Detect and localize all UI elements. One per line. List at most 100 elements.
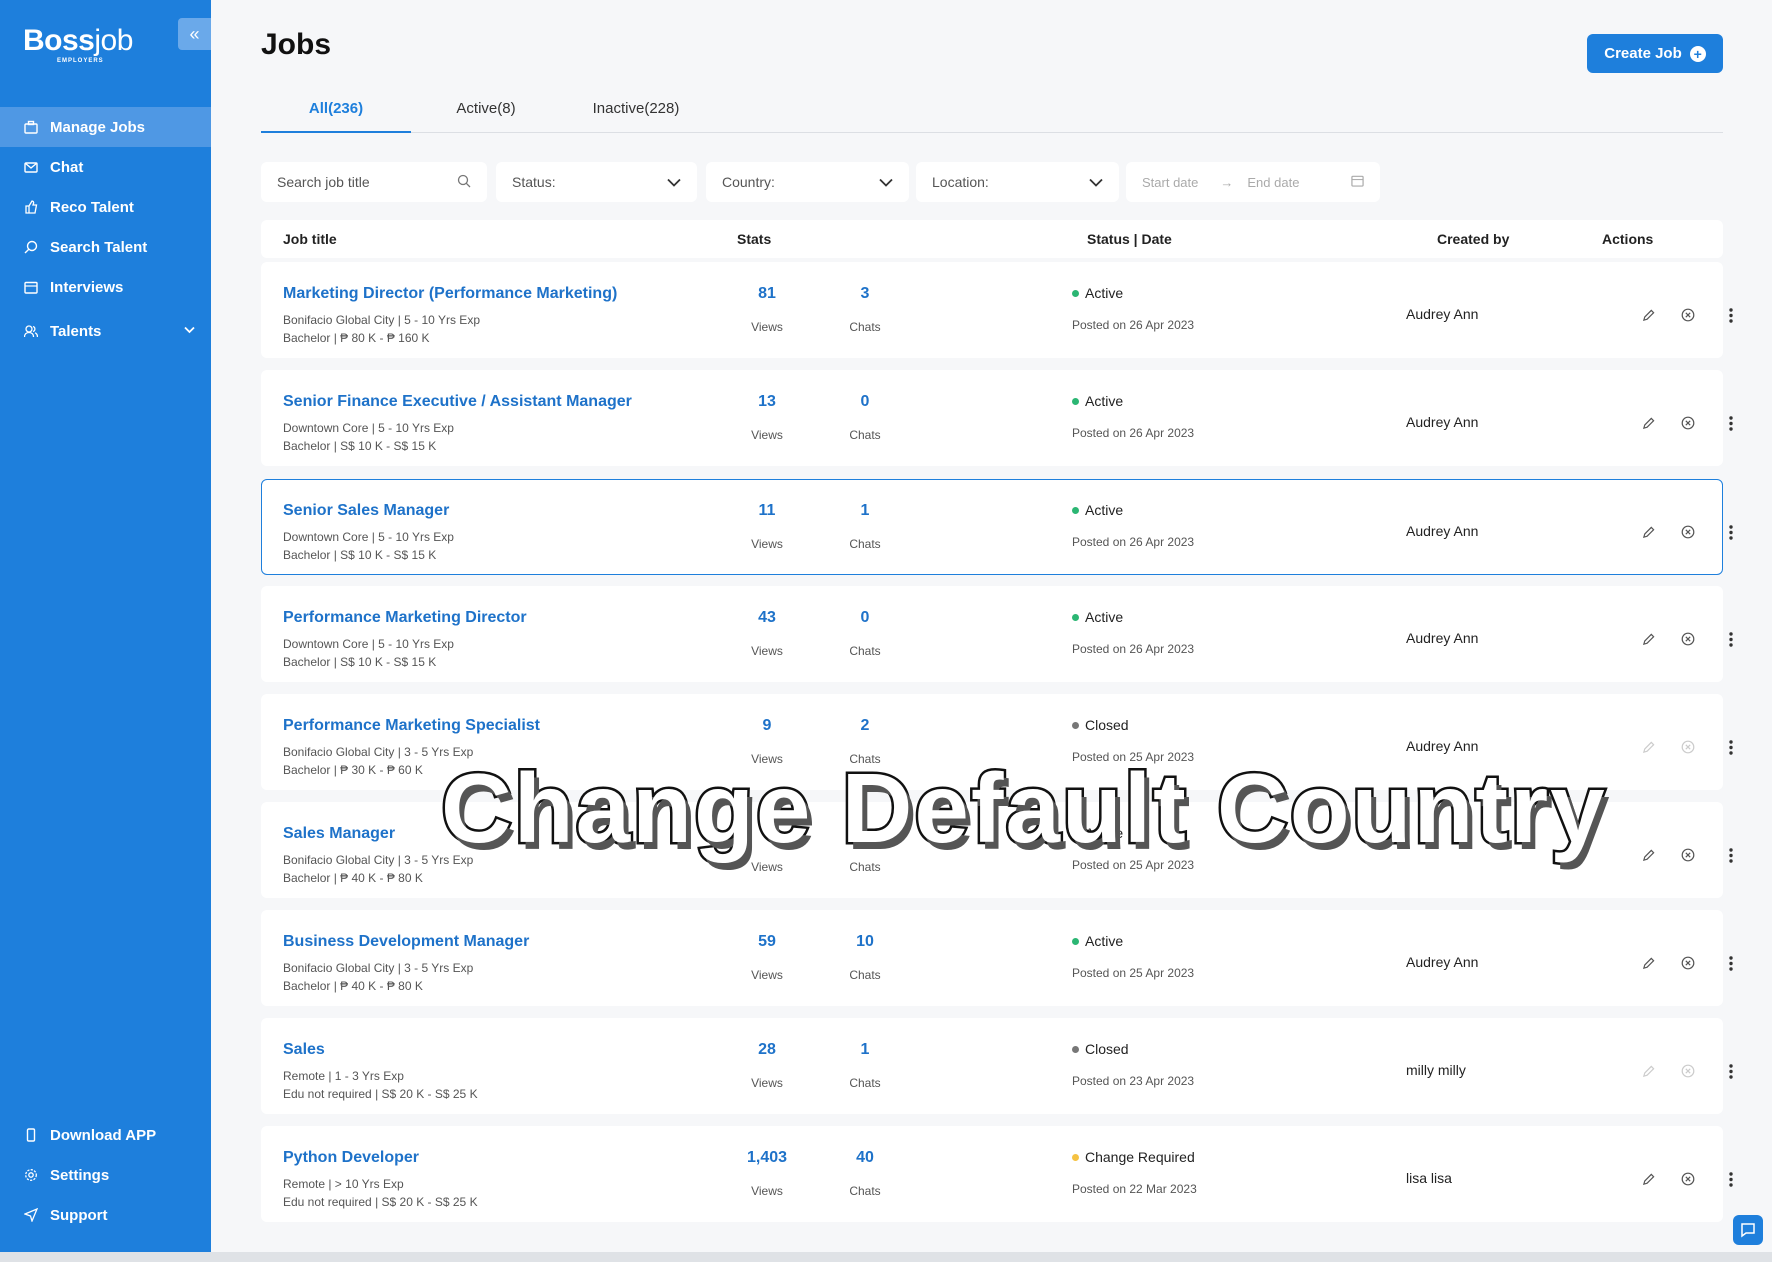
sidebar-item-chat[interactable]: Chat xyxy=(0,147,211,187)
edit-icon[interactable] xyxy=(1640,524,1656,540)
table-row[interactable]: Marketing Director (Performance Marketin… xyxy=(261,262,1733,358)
chat-bubble-icon[interactable] xyxy=(1733,1215,1763,1245)
table-row[interactable]: Python Developer Remote | > 10 Yrs Exp E… xyxy=(261,1126,1733,1222)
page-title: Jobs xyxy=(261,28,332,61)
status-text: Closed xyxy=(1085,717,1129,733)
views-count[interactable]: 9 xyxy=(727,717,807,735)
table-row[interactable]: Performance Marketing Director Downtown … xyxy=(261,586,1733,682)
job-title-link[interactable]: Senior Finance Executive / Assistant Man… xyxy=(283,393,632,411)
job-title-link[interactable]: Sales Manager xyxy=(283,825,395,843)
job-tabs: All(236) Active(8) Inactive(228) xyxy=(261,92,1723,133)
sidebar-item-label: Settings xyxy=(50,1166,110,1184)
chats-count[interactable]: 0 xyxy=(825,609,905,627)
more-options-icon[interactable] xyxy=(1723,955,1739,971)
location-select[interactable]: Location: xyxy=(916,162,1119,202)
create-job-button[interactable]: Create Job + xyxy=(1587,34,1723,73)
status-badge: Change Required xyxy=(1072,1149,1195,1165)
close-job-icon[interactable] xyxy=(1680,415,1696,431)
sidebar-item-support[interactable]: Support xyxy=(0,1195,211,1235)
views-count[interactable]: 59 xyxy=(727,933,807,951)
close-job-icon[interactable] xyxy=(1680,955,1696,971)
header-stats: Stats xyxy=(737,231,772,247)
close-job-icon[interactable] xyxy=(1680,1063,1696,1079)
header-job-title: Job title xyxy=(283,231,337,247)
job-title-link[interactable]: Performance Marketing Director xyxy=(283,609,527,627)
more-options-icon[interactable] xyxy=(1723,1063,1739,1079)
job-title-link[interactable]: Senior Sales Manager xyxy=(283,502,449,520)
sidebar-item-label: Chat xyxy=(50,158,84,176)
start-date-field[interactable]: Start date xyxy=(1142,175,1198,190)
edit-icon[interactable] xyxy=(1640,1171,1656,1187)
table-row[interactable]: Senior Sales Manager Downtown Core | 5 -… xyxy=(261,479,1733,575)
close-job-icon[interactable] xyxy=(1680,524,1696,540)
status-badge: Active xyxy=(1072,393,1123,409)
more-options-icon[interactable] xyxy=(1723,415,1739,431)
edit-icon[interactable] xyxy=(1640,739,1656,755)
table-row[interactable]: Sales Remote | 1 - 3 Yrs Exp Edu not req… xyxy=(261,1018,1733,1114)
more-options-icon[interactable] xyxy=(1723,847,1739,863)
views-count[interactable]: 28 xyxy=(727,1041,807,1059)
close-job-icon[interactable] xyxy=(1680,631,1696,647)
country-select[interactable]: Country: xyxy=(706,162,909,202)
chats-count[interactable]: 10 xyxy=(825,933,905,951)
chats-label: Chats xyxy=(849,1184,881,1198)
search-job-input[interactable]: Search job title xyxy=(261,162,487,202)
chats-count[interactable]: 1 xyxy=(825,502,905,520)
tab-active[interactable]: Active(8) xyxy=(411,92,561,133)
table-row[interactable]: Senior Finance Executive / Assistant Man… xyxy=(261,370,1733,466)
chats-count[interactable]: 3 xyxy=(825,285,905,303)
close-job-icon[interactable] xyxy=(1680,1171,1696,1187)
job-location-exp: Bonifacio Global City | 3 - 5 Yrs Exp xyxy=(283,961,474,975)
edit-icon[interactable] xyxy=(1640,847,1656,863)
sidebar-item-settings[interactable]: Settings xyxy=(0,1155,211,1195)
views-count[interactable]: 13 xyxy=(727,393,807,411)
job-title-link[interactable]: Python Developer xyxy=(283,1149,419,1167)
job-title-link[interactable]: Performance Marketing Specialist xyxy=(283,717,540,735)
sidebar-item-talents[interactable]: Talents xyxy=(0,311,211,351)
sidebar-item-interviews[interactable]: Interviews xyxy=(0,267,211,307)
edit-icon[interactable] xyxy=(1640,955,1656,971)
sidebar-item-manage-jobs[interactable]: Manage Jobs xyxy=(0,107,211,147)
close-job-icon[interactable] xyxy=(1680,847,1696,863)
bossjob-logo[interactable]: Bossjob EMPLOYERS xyxy=(23,24,133,64)
more-options-icon[interactable] xyxy=(1723,739,1739,755)
chats-label: Chats xyxy=(849,320,881,334)
chevron-down-icon[interactable] xyxy=(184,325,195,337)
more-options-icon[interactable] xyxy=(1723,524,1739,540)
views-count[interactable]: 43 xyxy=(727,609,807,627)
views-count[interactable]: 81 xyxy=(727,285,807,303)
sidebar-item-reco-talent[interactable]: Reco Talent xyxy=(0,187,211,227)
search-placeholder: Search job title xyxy=(277,174,370,190)
date-range-picker[interactable]: Start date → End date xyxy=(1126,162,1380,202)
chats-count[interactable]: 40 xyxy=(825,1149,905,1167)
collapse-sidebar-button[interactable]: « xyxy=(178,18,211,50)
chats-count[interactable]: 0 xyxy=(825,393,905,411)
sidebar-item-download-app[interactable]: Download APP xyxy=(0,1115,211,1155)
close-job-icon[interactable] xyxy=(1680,739,1696,755)
chats-count[interactable]: 1 xyxy=(825,1041,905,1059)
tab-all[interactable]: All(236) xyxy=(261,92,411,133)
edit-icon[interactable] xyxy=(1640,631,1656,647)
end-date-field[interactable]: End date xyxy=(1247,175,1299,190)
chats-count[interactable]: 2 xyxy=(825,717,905,735)
more-options-icon[interactable] xyxy=(1723,307,1739,323)
job-title-link[interactable]: Sales xyxy=(283,1041,325,1059)
edit-icon[interactable] xyxy=(1640,1063,1656,1079)
job-title-link[interactable]: Marketing Director (Performance Marketin… xyxy=(283,285,617,303)
tab-inactive[interactable]: Inactive(228) xyxy=(561,92,711,133)
status-text: Active xyxy=(1085,933,1124,949)
status-select[interactable]: Status: xyxy=(496,162,697,202)
posted-date: Posted on 23 Apr 2023 xyxy=(1072,1074,1195,1088)
views-label: Views xyxy=(751,644,783,658)
views-count[interactable]: 1,403 xyxy=(727,1149,807,1167)
more-options-icon[interactable] xyxy=(1723,1171,1739,1187)
more-options-icon[interactable] xyxy=(1723,631,1739,647)
views-count[interactable]: 11 xyxy=(727,502,807,520)
edit-icon[interactable] xyxy=(1640,307,1656,323)
job-title-link[interactable]: Business Development Manager xyxy=(283,933,529,951)
close-job-icon[interactable] xyxy=(1680,307,1696,323)
table-row[interactable]: Business Development Manager Bonifacio G… xyxy=(261,910,1733,1006)
posted-date: Posted on 22 Mar 2023 xyxy=(1072,1182,1197,1196)
edit-icon[interactable] xyxy=(1640,415,1656,431)
sidebar-item-search-talent[interactable]: Search Talent xyxy=(0,227,211,267)
